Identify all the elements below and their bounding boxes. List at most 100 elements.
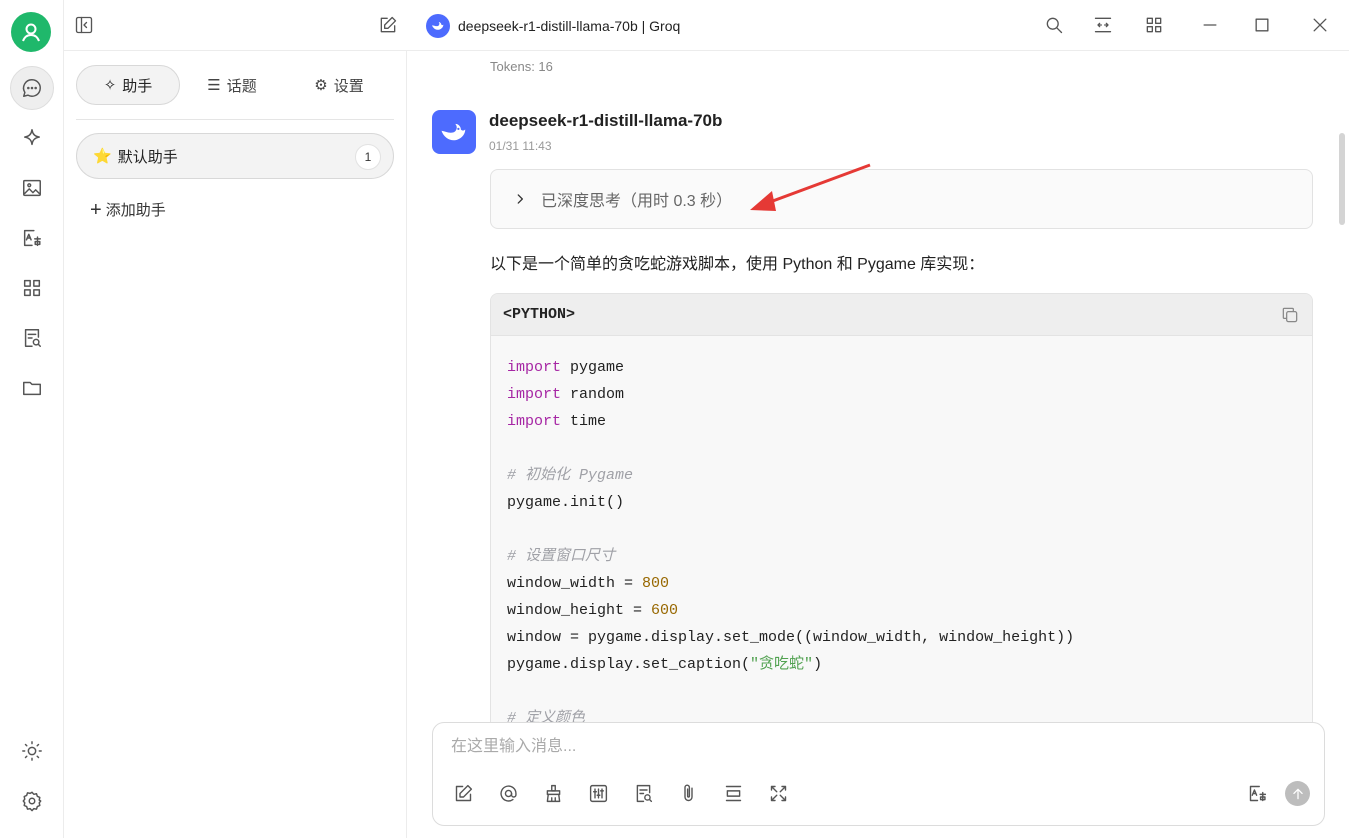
chevron-right-icon bbox=[517, 194, 523, 204]
sliders-icon bbox=[589, 784, 607, 802]
maximize-icon bbox=[1255, 18, 1269, 32]
code-line: window_width = 800 bbox=[507, 575, 670, 592]
knowledge-base-button[interactable] bbox=[631, 781, 655, 805]
panel-tabs: ✧ 助手 ☰ 话题 ⚙ 设置 bbox=[76, 65, 394, 105]
gear-icon: ⚙ bbox=[314, 77, 328, 94]
code-line: window_height = 600 bbox=[507, 602, 679, 619]
code-line: pygame.init() bbox=[507, 494, 625, 511]
close-button[interactable] bbox=[1308, 13, 1332, 37]
paperclip-icon bbox=[683, 784, 693, 801]
response-intro: 以下是一个简单的贪吃蛇游戏脚本，使用 Python 和 Pygame 库实现： bbox=[490, 256, 985, 273]
image-icon bbox=[23, 179, 41, 197]
add-assistant-button[interactable]: + 添加助手 bbox=[90, 199, 166, 220]
nav-images-button[interactable] bbox=[10, 166, 54, 210]
nav-files-button[interactable] bbox=[10, 366, 54, 410]
arrow-up-icon bbox=[1292, 788, 1303, 799]
sparkle-icon: ✧ bbox=[103, 77, 117, 94]
search-button[interactable] bbox=[1042, 13, 1066, 37]
new-context-button[interactable] bbox=[721, 781, 745, 805]
message-input[interactable] bbox=[451, 735, 1301, 759]
code-line: # 初始化 Pygame bbox=[507, 467, 634, 484]
tab-settings[interactable]: ⚙ 设置 bbox=[284, 65, 394, 105]
model-name: deepseek-r1-distill-llama-70b bbox=[489, 111, 723, 130]
expand-input-button[interactable] bbox=[766, 781, 790, 805]
folder-icon bbox=[23, 381, 41, 396]
apps-grid-icon bbox=[23, 279, 41, 297]
code-line: pygame.display.set_caption("贪吃蛇") bbox=[507, 656, 823, 673]
add-assistant-label: 添加助手 bbox=[105, 202, 166, 219]
copy-code-button[interactable] bbox=[1280, 305, 1300, 325]
chat-bubble-icon bbox=[22, 79, 41, 97]
deepseek-logo-icon bbox=[426, 14, 450, 38]
window-title: deepseek-r1-distill-llama-70b | Groq bbox=[426, 14, 680, 38]
list-icon: ☰ bbox=[207, 77, 221, 94]
deepseek-logo-icon bbox=[441, 123, 466, 141]
attach-file-button[interactable] bbox=[676, 781, 700, 805]
narrow-mode-button[interactable] bbox=[1091, 13, 1115, 37]
nav-knowledge-button[interactable] bbox=[10, 316, 54, 360]
nav-chat-button[interactable] bbox=[10, 66, 54, 110]
nav-apps-button[interactable] bbox=[10, 266, 54, 310]
user-avatar[interactable] bbox=[11, 12, 51, 52]
translate-icon bbox=[1249, 785, 1266, 801]
mini-apps-button[interactable] bbox=[1142, 13, 1166, 37]
nav-agents-button[interactable] bbox=[10, 116, 54, 160]
assistant-item-default[interactable]: ⭐ 默认助手 1 bbox=[76, 133, 394, 179]
code-language: <PYTHON> bbox=[503, 306, 576, 323]
broom-icon bbox=[546, 784, 560, 802]
translate-input-button[interactable] bbox=[1245, 781, 1269, 805]
plus-icon: + bbox=[90, 198, 102, 221]
window-title-text: deepseek-r1-distill-llama-70b | Groq bbox=[458, 18, 681, 34]
gear-icon bbox=[22, 791, 42, 812]
tab-assistant[interactable]: ✧ 助手 bbox=[76, 65, 180, 105]
code-line: import pygame bbox=[507, 359, 625, 376]
token-count: Tokens: 16 bbox=[490, 59, 553, 74]
minimize-icon bbox=[1203, 24, 1217, 26]
tab-topics[interactable]: ☰ 话题 bbox=[180, 65, 284, 105]
thinking-label: 已深度思考（用时 0.3 秒） bbox=[541, 193, 733, 210]
parameters-button[interactable] bbox=[586, 781, 610, 805]
thinking-collapse[interactable]: 已深度思考（用时 0.3 秒） bbox=[490, 169, 1313, 229]
toggle-sidebar-button[interactable] bbox=[72, 13, 96, 37]
star-icon: ⭐ bbox=[93, 148, 112, 165]
maximize-button[interactable] bbox=[1250, 13, 1274, 37]
user-icon bbox=[22, 23, 40, 42]
nav-translate-button[interactable] bbox=[10, 216, 54, 260]
code-content: import pygame import random import time # … bbox=[491, 336, 1312, 750]
app-window: deepseek-r1-distill-llama-70b | Groq ✧ 助… bbox=[0, 0, 1349, 838]
settings-button[interactable] bbox=[10, 779, 54, 823]
close-icon bbox=[1313, 18, 1327, 32]
narrow-mode-icon bbox=[1094, 17, 1112, 33]
divider bbox=[76, 119, 394, 120]
expand-icon bbox=[770, 785, 786, 801]
document-search-icon bbox=[24, 329, 41, 347]
assistant-panel: ✧ 助手 ☰ 话题 ⚙ 设置 ⭐ 默认助手 1 + 添加助手 bbox=[64, 51, 407, 838]
topic-count-badge: 1 bbox=[355, 144, 381, 170]
message-timestamp: 01/31 11:43 bbox=[489, 139, 552, 153]
mention-model-button[interactable] bbox=[496, 781, 520, 805]
clear-context-button[interactable] bbox=[541, 781, 565, 805]
new-topic-tool-button[interactable] bbox=[451, 781, 475, 805]
message-composer bbox=[432, 722, 1325, 826]
code-line: # 设置窗口尺寸 bbox=[507, 548, 616, 565]
minimize-button[interactable] bbox=[1198, 13, 1222, 37]
theme-toggle-button[interactable] bbox=[10, 729, 54, 773]
sidebar-collapse-icon bbox=[75, 16, 93, 34]
nav-rail bbox=[0, 0, 64, 838]
edit-icon bbox=[380, 16, 397, 33]
context-separator-icon bbox=[725, 785, 741, 801]
layout-grid-icon bbox=[1146, 17, 1162, 33]
tab-assistant-label: 助手 bbox=[122, 77, 153, 95]
new-topic-button[interactable] bbox=[376, 13, 400, 37]
code-header: <PYTHON> bbox=[491, 294, 1312, 336]
tab-settings-label: 设置 bbox=[333, 77, 364, 95]
chat-scrollbar[interactable] bbox=[1339, 133, 1345, 225]
title-bar: deepseek-r1-distill-llama-70b | Groq bbox=[64, 0, 1349, 51]
copy-icon bbox=[1282, 307, 1298, 323]
tab-topics-label: 话题 bbox=[226, 77, 257, 95]
send-button[interactable] bbox=[1285, 781, 1310, 806]
chat-area: Tokens: 16 deepseek-r1-distill-llama-70b… bbox=[408, 51, 1349, 838]
